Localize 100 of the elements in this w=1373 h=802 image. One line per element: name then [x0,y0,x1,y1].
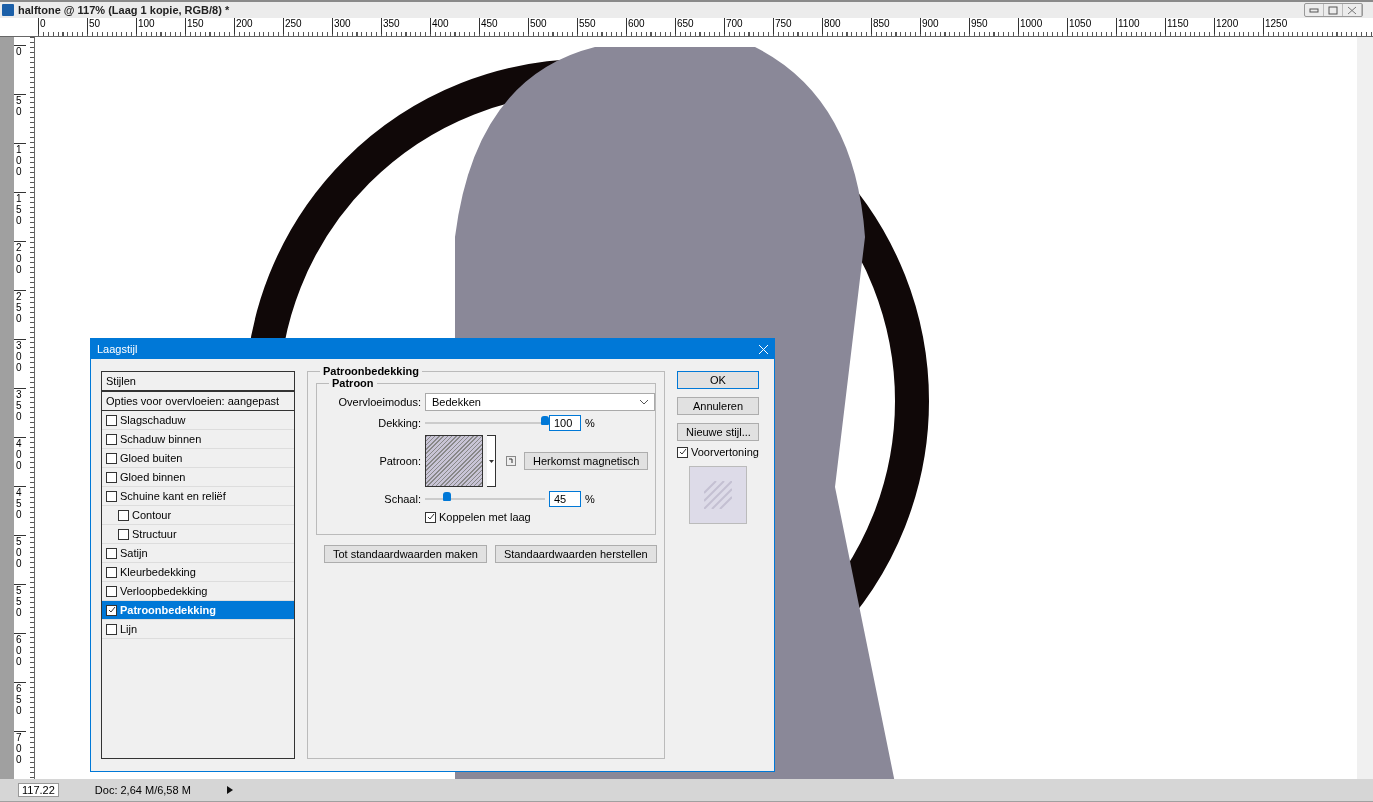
ruler-label: 100 [14,143,26,192]
ruler-label: 1000 [1018,18,1067,34]
ruler-label: 0 [38,18,87,34]
style-label: Satijn [120,547,148,559]
style-list-item[interactable]: Slagschaduw [102,411,294,430]
style-list-item[interactable]: Gloed buiten [102,449,294,468]
checkbox[interactable] [106,604,117,616]
ruler-label: 50 [14,94,26,143]
dialog-title: Laagstijl [97,343,138,355]
pattern-dropdown[interactable] [487,435,496,487]
checkbox[interactable] [106,433,117,445]
checkbox[interactable] [118,509,129,521]
styles-header[interactable]: Stijlen [102,372,294,392]
style-list-item[interactable]: Kleurbedekking [102,563,294,582]
style-list-item[interactable]: Lijn [102,620,294,639]
field-label: Overvloeimodus: [337,396,421,408]
checkbox[interactable] [106,585,117,597]
app-icon [2,4,14,16]
ruler-label: 900 [920,18,969,34]
checkbox[interactable] [106,452,117,464]
opacity-field[interactable]: 100 [549,415,581,431]
dialog-button[interactable]: OK [677,371,759,389]
checkbox[interactable] [106,566,117,578]
ruler-label: 600 [626,18,675,34]
checkbox[interactable] [106,490,117,502]
ruler-label: 600 [14,633,26,682]
checkbox-label: Koppelen met laag [439,511,531,523]
ruler-label: 350 [14,388,26,437]
style-label: Schaduw binnen [120,433,202,445]
defaults-button[interactable]: Standaardwaarden herstellen [494,545,657,563]
ruler-label: 400 [14,437,26,486]
style-list-item[interactable]: Schuine kant en reliëf [102,487,294,506]
style-list-item[interactable]: Structuur [102,525,294,544]
style-label: Slagschaduw [120,414,186,426]
document-size: Doc: 2,64 M/6,58 M [93,784,192,796]
style-label: Gloed binnen [120,471,186,483]
blend-mode-dropdown[interactable]: Bedekken [425,393,655,411]
section-title: Patroonbedekking [320,365,422,377]
checkbox[interactable] [106,471,117,483]
ruler-label: 200 [234,18,283,34]
field-label: Dekking: [377,417,421,429]
checkbox[interactable] [425,511,436,523]
ruler-label: 650 [14,682,26,731]
ruler-label: 200 [14,241,26,290]
style-list-item[interactable]: Satijn [102,544,294,563]
ruler-label: 300 [332,18,381,34]
ruler-label: 450 [479,18,528,34]
ruler-label: 0 [14,45,26,94]
ruler-label: 50 [87,18,136,34]
zoom-field[interactable]: 117.22 [18,783,59,797]
ruler-label: 350 [381,18,430,34]
ruler-label: 1100 [1116,18,1165,34]
ruler-label: 250 [14,290,26,339]
group-title: Patroon [329,377,377,389]
snap-to-origin-button[interactable]: Herkomst magnetisch [524,452,649,470]
checkbox[interactable] [106,623,117,635]
hatch-pattern-icon [704,481,732,509]
slider-thumb[interactable] [442,492,451,501]
ruler-label: 1200 [1214,18,1263,34]
ruler-label: 700 [724,18,773,34]
slider-thumb[interactable] [541,416,549,425]
style-list-item[interactable]: Schaduw binnen [102,430,294,449]
ruler-label: 1250 [1263,18,1312,34]
unit-label: % [585,493,595,505]
style-label: Gloed buiten [120,452,183,464]
pattern-swatch[interactable] [425,435,483,487]
ruler-label: 500 [528,18,577,34]
ruler-label: 750 [773,18,822,34]
blending-options[interactable]: Opties voor overvloeien: aangepast [102,392,294,411]
ruler-label: 300 [14,339,26,388]
defaults-button[interactable]: Tot standaardwaarden maken [324,545,487,563]
style-list-item[interactable]: Gloed binnen [102,468,294,487]
checkbox[interactable] [677,446,688,458]
checkbox[interactable] [106,547,117,559]
checkbox[interactable] [106,414,117,426]
checkbox-label: Voorvertoning [691,446,759,458]
ruler-label: 800 [822,18,871,34]
ruler-label: 400 [430,18,479,34]
scale-field[interactable]: 45 [549,491,581,507]
document-title: halftone @ 117% (Laag 1 kopie, RGB/8) * [18,4,231,16]
ruler-label: 1150 [1165,18,1214,34]
field-label: Schaal: [383,493,421,505]
chevron-down-icon [640,399,648,405]
checkbox[interactable] [118,528,129,540]
play-icon[interactable] [226,786,233,794]
style-label: Contour [132,509,172,521]
ruler-label: 150 [185,18,234,34]
dialog-button[interactable]: Annuleren [677,397,759,415]
style-list-item[interactable]: Contour [102,506,294,525]
snap-icon[interactable] [506,456,516,466]
ruler-label: 100 [136,18,185,34]
field-label: Patroon: [378,455,421,467]
dialog-button[interactable]: Nieuwe stijl... [677,423,759,441]
ruler-label: 1050 [1067,18,1116,34]
ruler-label: 550 [14,584,26,633]
ruler-label: 450 [14,486,26,535]
style-list-item[interactable]: Patroonbedekking [102,601,294,620]
scrollbar[interactable] [1357,37,1373,779]
caret-icon [488,459,494,463]
style-label: Verloopbedekking [120,585,208,597]
